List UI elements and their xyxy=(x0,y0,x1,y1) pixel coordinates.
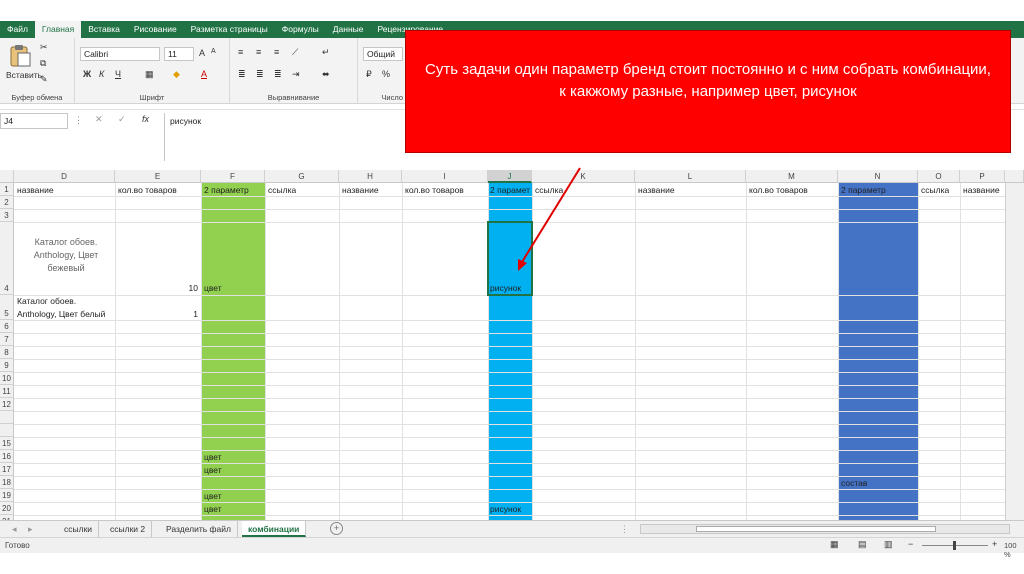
horizontal-scrollbar[interactable] xyxy=(640,524,1010,534)
zoom-level[interactable]: 100 % xyxy=(1004,541,1024,559)
status-text: Готово xyxy=(5,541,30,550)
sheet-tab-links-2[interactable]: ссылки 2 xyxy=(104,521,153,537)
status-bar: Готово ▦ ▤ ▥ − + 100 % xyxy=(0,537,1024,559)
horizontal-scroll-thumb[interactable] xyxy=(696,526,936,532)
page-layout-view-icon[interactable]: ▤ xyxy=(858,539,867,550)
sheet-tab-split-file[interactable]: Разделить файл xyxy=(160,521,238,537)
task-note: Суть задачи один параметр бренд стоит по… xyxy=(405,30,1011,153)
zoom-slider-thumb[interactable] xyxy=(953,541,956,550)
page-break-view-icon[interactable]: ▥ xyxy=(884,539,893,550)
zoom-out-icon[interactable]: − xyxy=(908,539,913,549)
normal-view-icon[interactable]: ▦ xyxy=(830,539,839,550)
sheet-tabs-bar: ◂ ▸ ссылки ссылки 2 Разделить файл комби… xyxy=(0,520,1024,537)
next-sheet-icon[interactable]: ▸ xyxy=(28,524,33,535)
sheet-options-icon[interactable]: ⋮ xyxy=(620,524,629,535)
sheet-tab-links[interactable]: ссылки xyxy=(58,521,100,537)
zoom-slider[interactable] xyxy=(922,541,988,550)
prev-sheet-icon[interactable]: ◂ xyxy=(12,524,17,535)
add-sheet-icon[interactable]: + xyxy=(330,522,343,535)
zoom-in-icon[interactable]: + xyxy=(992,539,997,549)
sheet-tab-combinations[interactable]: комбинации xyxy=(242,521,307,537)
